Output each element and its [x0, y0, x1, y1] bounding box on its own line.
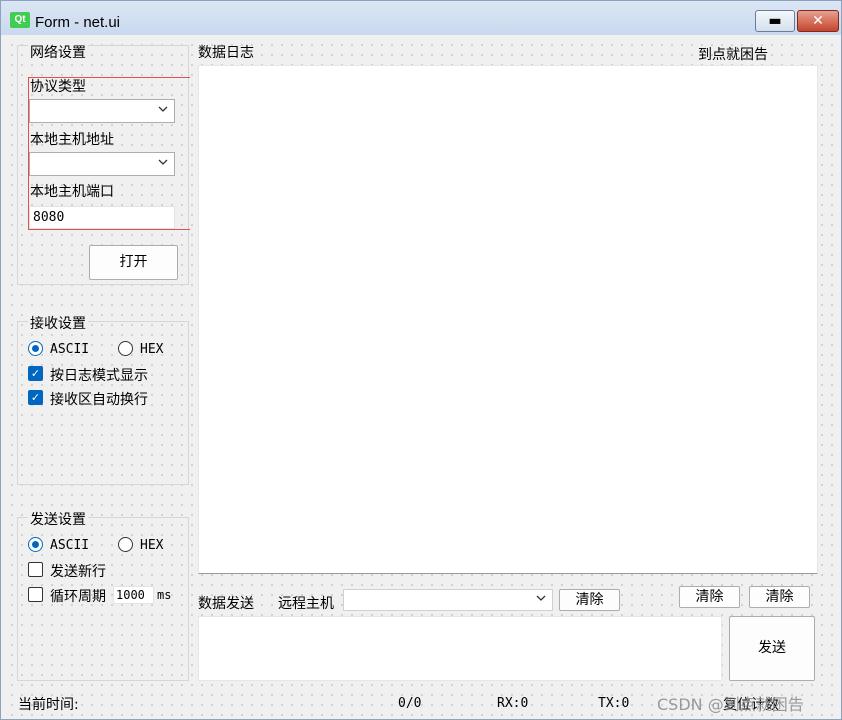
- data-log-textarea[interactable]: [198, 65, 818, 574]
- receive-hex-radio[interactable]: [118, 341, 133, 356]
- receive-hex-label[interactable]: HEX: [140, 342, 163, 357]
- local-host-label: 本地主机地址: [30, 132, 114, 148]
- protocol-type-select[interactable]: [29, 99, 175, 123]
- cycle-period-input[interactable]: 1000: [113, 586, 154, 604]
- send-newline-checkbox[interactable]: [28, 562, 43, 577]
- form-canvas: 网络设置 协议类型 本地主机地址 本地主机端口 8080 打开 接收设置 ASC…: [3, 36, 839, 719]
- top-right-label: 到点就困告: [698, 47, 768, 63]
- chevron-down-icon: [157, 103, 169, 118]
- counter-label: 0/0: [398, 696, 422, 711]
- send-button[interactable]: 发送: [729, 616, 815, 681]
- send-ascii-label[interactable]: ASCII: [50, 538, 89, 553]
- send-textarea[interactable]: [198, 616, 722, 681]
- log-mode-checkbox[interactable]: ✓: [28, 366, 43, 381]
- send-newline-label[interactable]: 发送新行: [50, 561, 106, 581]
- clear-remote-button[interactable]: 清除: [559, 589, 620, 611]
- auto-wrap-label[interactable]: 接收区自动换行: [50, 389, 148, 409]
- minimize-button[interactable]: ▬: [755, 10, 795, 32]
- send-settings-title: 发送设置: [28, 509, 88, 529]
- local-port-label: 本地主机端口: [30, 184, 114, 200]
- send-hex-label[interactable]: HEX: [140, 538, 163, 553]
- chevron-down-icon: [157, 156, 169, 171]
- clear-button-2[interactable]: 清除: [749, 586, 810, 608]
- qt-logo-icon: Qt: [10, 12, 30, 28]
- auto-wrap-checkbox[interactable]: ✓: [28, 390, 43, 405]
- data-send-title: 数据发送: [198, 596, 254, 612]
- send-hex-radio[interactable]: [118, 537, 133, 552]
- remote-host-select[interactable]: [343, 589, 553, 611]
- protocol-type-label: 协议类型: [30, 79, 86, 95]
- title-bar[interactable]: Qt Form - net.ui ▬ ✕: [1, 1, 841, 35]
- close-button[interactable]: ✕: [797, 10, 839, 32]
- checkmark-icon: ✓: [30, 391, 41, 404]
- log-mode-label[interactable]: 按日志模式显示: [50, 365, 148, 385]
- open-button[interactable]: 打开: [89, 245, 178, 280]
- receive-settings-title: 接收设置: [28, 313, 88, 333]
- cycle-label[interactable]: 循环周期: [50, 586, 106, 606]
- window-title: Form - net.ui: [35, 14, 121, 31]
- local-port-input[interactable]: 8080: [29, 206, 175, 229]
- send-ascii-radio[interactable]: [28, 537, 43, 552]
- local-host-select[interactable]: [29, 152, 175, 176]
- tx-label: TX:0: [598, 696, 630, 711]
- app-window: Qt Form - net.ui ▬ ✕ 网络设置 协议类型 本地主机地址 本地…: [0, 0, 842, 720]
- data-log-title: 数据日志: [198, 45, 254, 61]
- cycle-unit-label: ms: [157, 588, 172, 602]
- rx-label: RX:0: [497, 696, 529, 711]
- receive-ascii-radio[interactable]: [28, 341, 43, 356]
- chevron-down-icon: [535, 592, 547, 607]
- receive-ascii-label[interactable]: ASCII: [50, 342, 89, 357]
- csdn-watermark: CSDN @到点就困告: [657, 695, 804, 714]
- clear-button-1[interactable]: 清除: [679, 586, 740, 608]
- checkmark-icon: ✓: [30, 367, 41, 380]
- remote-host-label: 远程主机: [278, 596, 334, 612]
- network-settings-title: 网络设置: [28, 42, 88, 62]
- current-time-label: 当前时间:: [18, 697, 79, 713]
- cycle-checkbox[interactable]: [28, 587, 43, 602]
